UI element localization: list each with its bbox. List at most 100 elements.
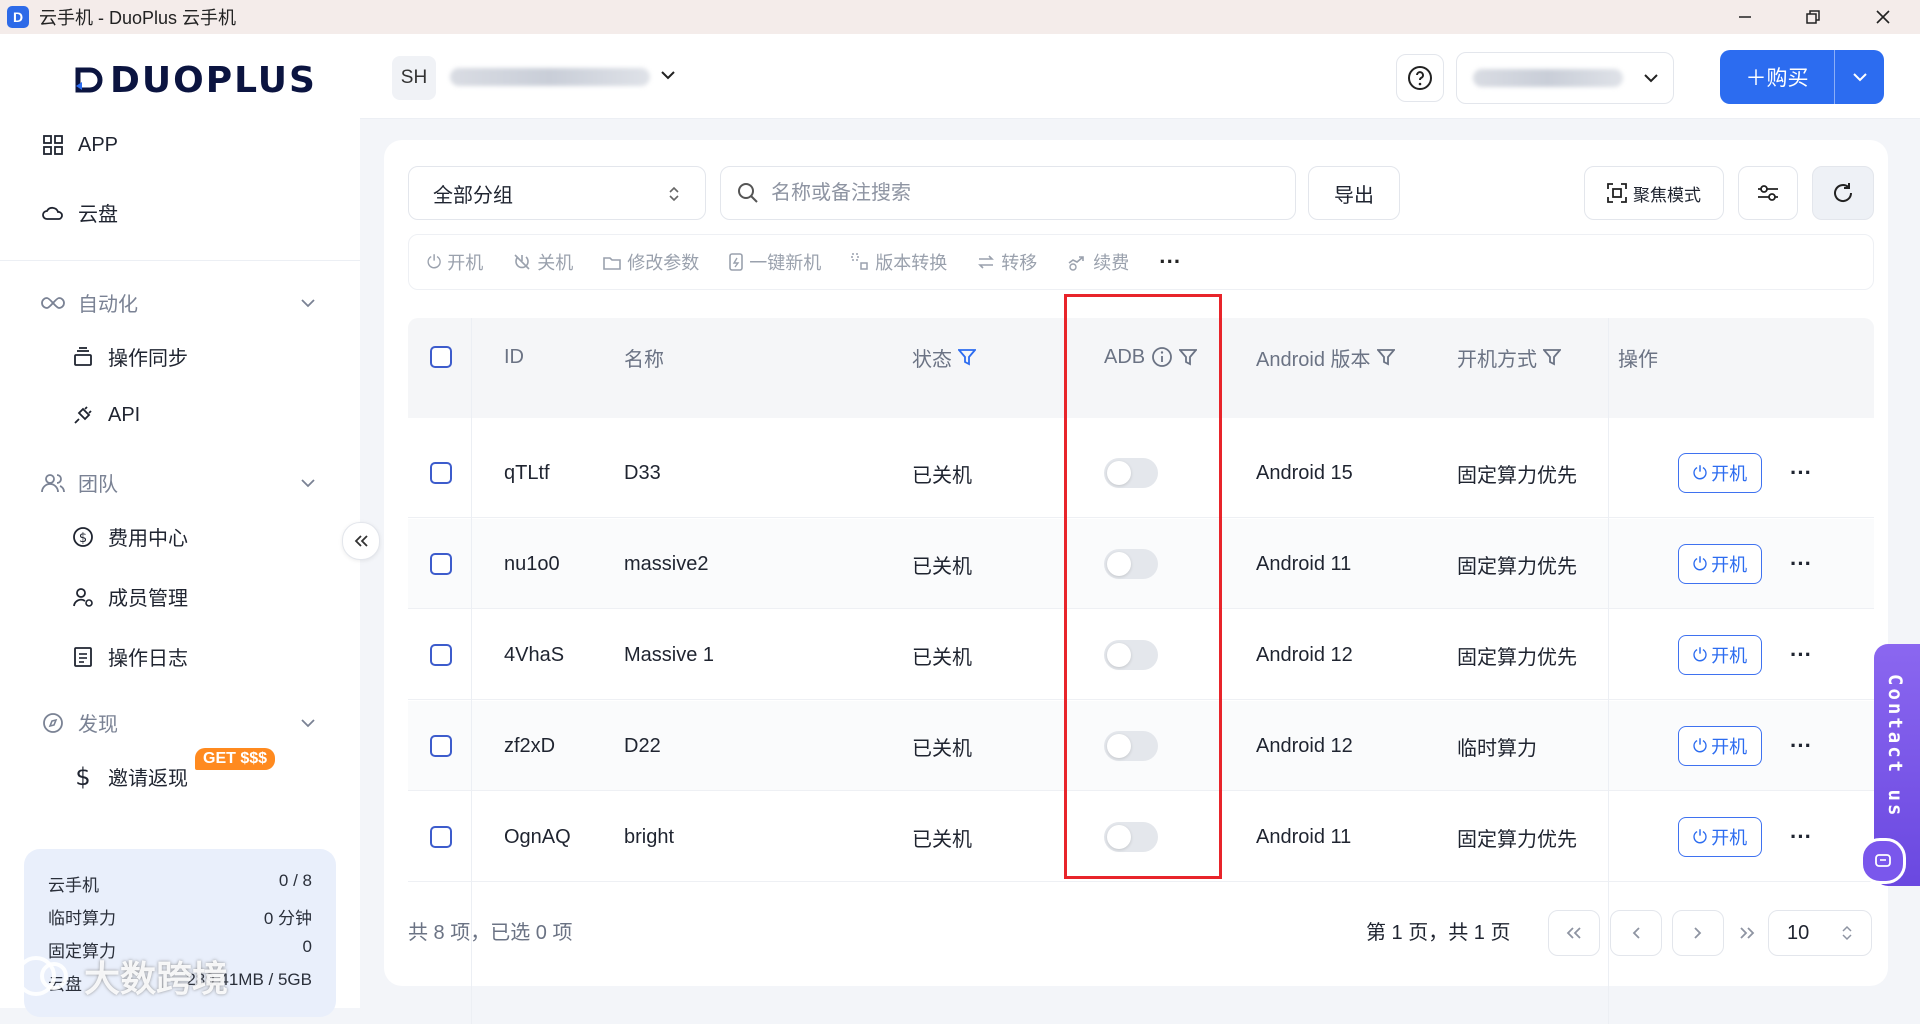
cell-name: D33 [624,461,661,484]
prev-page-button[interactable] [1610,910,1662,956]
close-icon[interactable] [1848,0,1918,34]
stat-row: 临时算力 0 分钟 [48,904,312,929]
row-checkbox[interactable] [430,610,452,700]
sidebar-item-label: APP [78,133,119,156]
chevron-down-icon [1643,73,1659,83]
filter-icon[interactable] [958,348,976,366]
svg-text:$: $ [79,531,87,546]
column-id: ID [504,345,524,368]
row-more-button[interactable]: ··· [1790,701,1812,791]
filter-icon[interactable] [1376,348,1395,366]
watermark-text: 大数跨境 [84,958,229,999]
row-checkbox[interactable] [430,428,452,518]
search-box[interactable] [720,166,1296,220]
sidebar-item-sync[interactable]: 操作同步 [70,342,188,371]
column-divider [1608,318,1609,1024]
sidebar-group-discover[interactable]: 发现 [40,708,316,737]
chevron-down-icon[interactable] [660,70,676,80]
sidebar-item-members[interactable]: 成员管理 [70,582,188,611]
group-select[interactable]: 全部分组 [408,166,706,220]
sidebar-item-billing[interactable]: $ 费用中心 [70,522,188,551]
batch-edit-params-button[interactable]: 修改参数 [603,249,699,275]
buy-dropdown-button[interactable] [1835,72,1884,82]
power-icon: ⏻ [427,251,442,272]
batch-power-off-button[interactable]: 关机 [513,249,573,275]
cell-status: 已关机 [912,464,972,487]
row-checkbox[interactable] [430,792,452,882]
chevron-down-icon [300,718,316,728]
column-status-label: 状态 [912,348,952,371]
sidebar-item-referral[interactable]: $ 邀请返现 [70,762,188,791]
sidebar-item-logs[interactable]: 操作日志 [70,642,188,671]
sidebar-item-api[interactable]: API [70,402,140,428]
buy-button[interactable]: ＋购买 [1720,50,1884,104]
power-on-button[interactable]: ⏻ 开机 [1678,453,1762,493]
filter-icon[interactable] [1543,348,1561,366]
export-button[interactable]: 导出 [1308,166,1400,220]
group-select-value: 全部分组 [433,184,513,207]
chevron-down-icon [1852,73,1867,82]
double-chevron-left-icon [1566,927,1581,939]
batch-transfer-button[interactable]: 转移 [977,249,1037,275]
row-checkbox[interactable] [430,519,452,609]
batch-renew-button[interactable]: 续费 [1067,249,1129,275]
power-on-label: 开机 [1711,828,1748,848]
batch-version-switch-button[interactable]: 版本转换 [851,249,947,275]
logo: DUOPLUS [74,60,317,101]
cell-id: 4VhaS [504,643,565,666]
help-button[interactable] [1396,54,1444,102]
refresh-button[interactable] [1812,166,1874,220]
minimize-icon[interactable] [1710,0,1780,34]
batch-new-device-button[interactable]: 一键新机 [729,249,821,275]
sidebar-group-label: 团队 [78,474,118,496]
restore-icon[interactable] [1778,0,1848,34]
account-select[interactable] [1456,52,1674,104]
power-on-button[interactable]: ⏻ 开机 [1678,817,1762,857]
focus-icon [1607,183,1627,203]
sidebar-group-label: 发现 [78,714,118,736]
power-on-button[interactable]: ⏻ 开机 [1678,635,1762,675]
stat-value: 0 / 8 [278,871,312,890]
more-actions-button[interactable]: ··· [1159,249,1181,275]
row-checkbox[interactable] [430,701,452,791]
watermark-logo-icon [16,956,68,996]
sort-updown-icon [669,186,679,202]
renew-icon [1068,256,1085,271]
row-more-button[interactable]: ··· [1790,792,1812,882]
avatar[interactable]: SH [392,56,436,100]
row-more-button[interactable]: ··· [1790,519,1812,609]
power-on-button[interactable]: ⏻ 开机 [1678,726,1762,766]
plug-icon [70,402,96,428]
focus-mode-button[interactable]: 聚焦模式 [1584,166,1724,220]
cell-android-version: Android 12 [1256,734,1353,757]
sidebar-item-label: 费用中心 [108,528,188,550]
sidebar-item-cloud-disk[interactable]: 云盘 [40,198,118,227]
sidebar-item-app[interactable]: APP [40,132,118,158]
search-input[interactable] [769,180,1253,206]
app-icon: D [7,6,29,28]
sidebar-group-automation[interactable]: 自动化 [40,288,316,317]
stat-label: 临时算力 [48,909,116,928]
batch-power-on-button[interactable]: ⏻ 开机 [427,249,483,275]
buy-button-label: ＋购买 [1745,67,1809,90]
first-page-button[interactable] [1548,910,1600,956]
cell-name: bright [624,825,675,848]
sidebar-collapse-button[interactable] [342,522,380,560]
power-on-button[interactable]: ⏻ 开机 [1678,544,1762,584]
power-on-label: 开机 [1711,464,1748,484]
cell-boot-mode: 固定算力优先 [1457,464,1577,487]
power-on-cell: ⏻ 开机 [1678,792,1762,882]
row-more-button[interactable]: ··· [1790,428,1812,518]
sidebar-group-team[interactable]: 团队 [40,468,316,497]
account-email-redacted [450,68,650,86]
column-settings-button[interactable] [1738,166,1798,220]
row-more-button[interactable]: ··· [1790,610,1812,700]
account-id-redacted [1473,69,1623,87]
contact-us-tab[interactable]: Contact us [1860,644,1920,886]
select-all-checkbox[interactable] [430,318,452,396]
next-page-button[interactable] [1672,910,1724,956]
action-label: 关机 [537,253,574,273]
last-page-button[interactable] [1734,910,1760,956]
sidebar-divider [0,260,360,261]
page-size-select[interactable]: 10 [1768,910,1872,956]
